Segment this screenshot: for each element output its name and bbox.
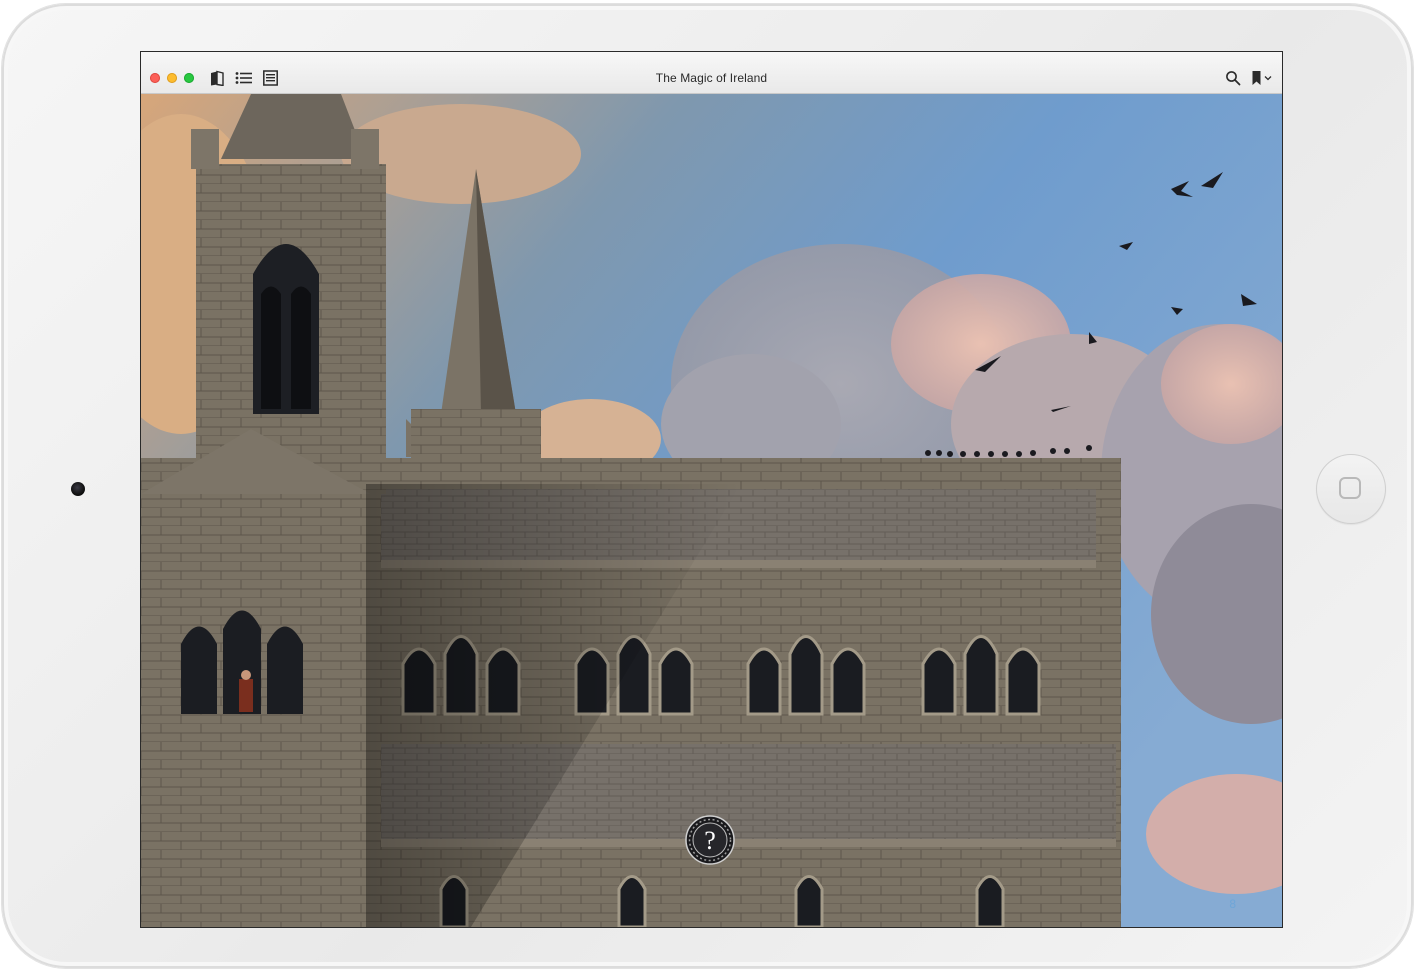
search-icon[interactable] xyxy=(1225,70,1241,86)
cathedral-with-crows-illustration xyxy=(141,94,1282,927)
app-window: The Magic of Ireland 8 ? xyxy=(140,51,1283,928)
chevron-down-icon[interactable] xyxy=(1264,70,1272,86)
home-button[interactable] xyxy=(1316,454,1386,524)
page-number: 8 xyxy=(1229,897,1236,911)
help-glyph: ? xyxy=(704,826,716,855)
title-bar: The Magic of Ireland xyxy=(141,52,1282,94)
home-square-icon xyxy=(1339,477,1361,499)
bookmark-icon[interactable] xyxy=(1251,70,1262,86)
front-camera xyxy=(71,482,85,496)
question-mark-rune-icon[interactable]: ? xyxy=(684,814,736,866)
tablet-frame: The Magic of Ireland 8 ? xyxy=(2,4,1413,968)
window-title: The Magic of Ireland xyxy=(655,71,768,85)
